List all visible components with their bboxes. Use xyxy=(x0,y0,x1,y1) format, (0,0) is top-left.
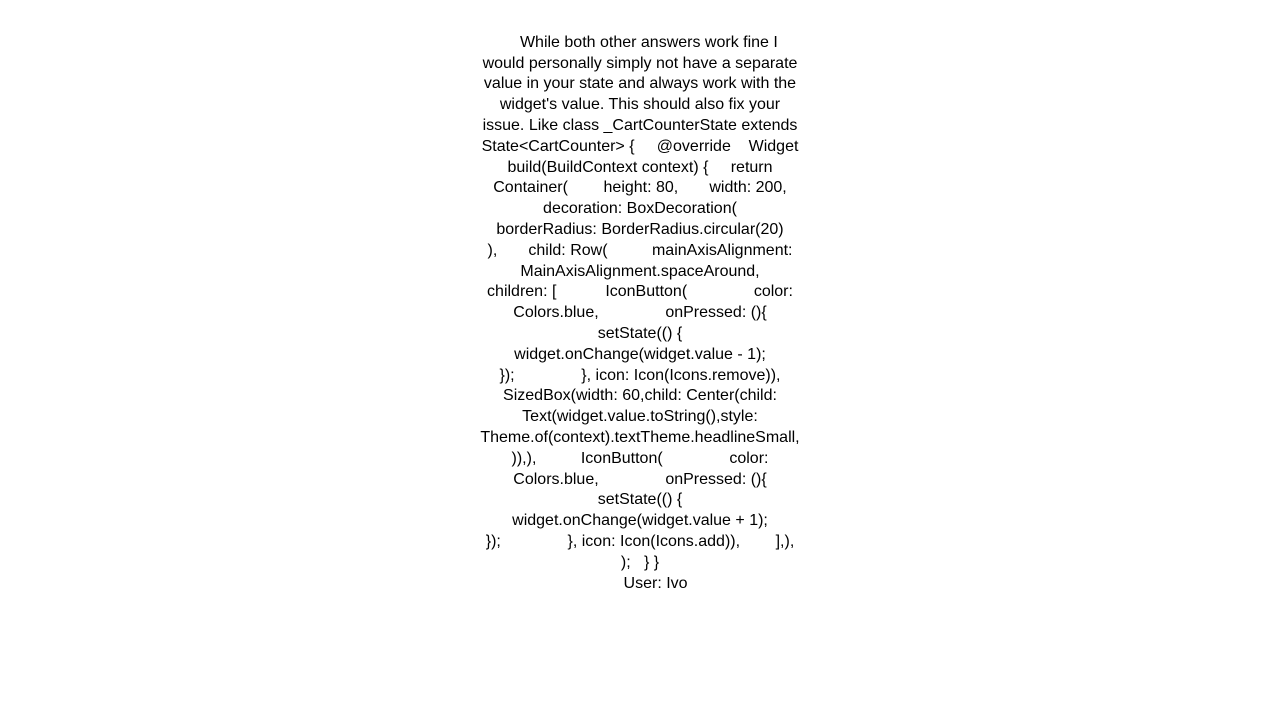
user-label: User: xyxy=(624,575,662,592)
answer-body-text: While both other answers work fine I wou… xyxy=(480,34,843,571)
user-name: Ivo xyxy=(666,575,687,592)
answer-block: While both other answers work fine I wou… xyxy=(480,12,800,615)
